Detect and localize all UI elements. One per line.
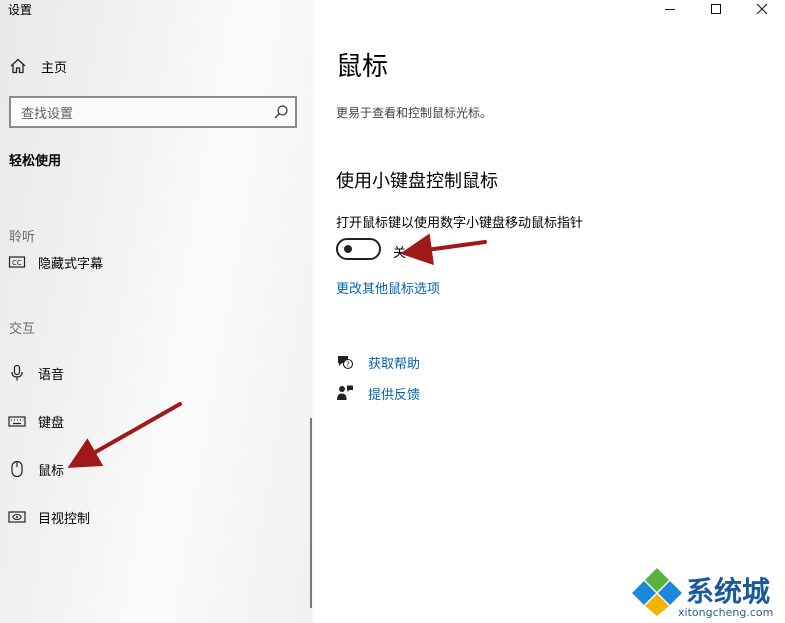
app-title: 设置 <box>8 3 33 17</box>
close-button[interactable] <box>739 0 785 18</box>
sidebar-item-eye-control[interactable]: 目视控制 <box>8 506 90 528</box>
sidebar: 设置 主页 查找设置 轻松使用 聆听 CC 隐藏式字幕 交互 语音 键盘 鼠标 … <box>0 0 313 623</box>
eye-control-icon <box>8 508 26 526</box>
sidebar-item-label: 鼠标 <box>38 463 65 479</box>
svg-text:CC: CC <box>12 259 22 267</box>
sidebar-item-mouse[interactable]: 鼠标 <box>8 458 64 480</box>
page-description: 更易于查看和控制鼠标光标。 <box>336 106 493 120</box>
search-input[interactable]: 查找设置 <box>9 96 297 128</box>
other-mouse-options-link[interactable]: 更改其他鼠标选项 <box>336 278 440 297</box>
minimize-icon <box>664 0 676 19</box>
window-controls <box>647 0 785 18</box>
sidebar-item-keyboard[interactable]: 键盘 <box>8 410 64 432</box>
sidebar-item-label: 键盘 <box>38 415 65 431</box>
setting-description: 打开鼠标键以使用数字小键盘移动鼠标指针 <box>336 216 584 231</box>
mouse-keys-toggle[interactable] <box>336 238 381 260</box>
toggle-knob <box>344 245 352 253</box>
closed-captions-icon: CC <box>8 253 26 271</box>
section-heading: 使用小键盘控制鼠标 <box>336 171 498 192</box>
give-feedback-link[interactable]: 提供反馈 <box>336 383 420 403</box>
svg-text:?: ? <box>346 361 350 369</box>
home-icon <box>9 57 27 75</box>
sidebar-item-home[interactable]: 主页 <box>9 55 67 77</box>
sidebar-item-label: 主页 <box>41 60 68 76</box>
sidebar-item-label: 隐藏式字幕 <box>38 256 104 272</box>
group-label-hearing: 聆听 <box>9 230 36 245</box>
help-label: 获取帮助 <box>368 356 421 372</box>
feedback-icon <box>336 384 354 402</box>
main-panel: 鼠标 更易于查看和控制鼠标光标。 使用小键盘控制鼠标 打开鼠标键以使用数字小键盘… <box>313 0 785 623</box>
sidebar-item-label: 目视控制 <box>38 511 91 527</box>
group-label-interaction: 交互 <box>9 322 36 337</box>
get-help-link[interactable]: ? 获取帮助 <box>336 352 420 372</box>
watermark-brand: 系统城 <box>686 575 771 608</box>
watermark-url: xitongcheng.com <box>678 606 774 619</box>
mouse-icon <box>8 460 26 478</box>
feedback-label: 提供反馈 <box>368 387 421 403</box>
minimize-button[interactable] <box>647 0 693 18</box>
sidebar-item-speech[interactable]: 语音 <box>8 362 64 384</box>
page-title: 鼠标 <box>336 52 389 82</box>
watermark: 系统城 xitongcheng.com <box>632 568 782 620</box>
close-icon <box>756 0 768 19</box>
toggle-state-label: 关 <box>393 246 407 261</box>
watermark-logo-icon <box>632 568 682 616</box>
sidebar-item-closed-captions[interactable]: CC 隐藏式字幕 <box>8 251 103 273</box>
search-placeholder: 查找设置 <box>21 107 74 122</box>
help-chat-icon: ? <box>336 353 354 371</box>
section-title: 轻松使用 <box>9 154 62 169</box>
maximize-icon <box>710 0 722 19</box>
keyboard-icon <box>8 412 26 430</box>
search-icon[interactable] <box>273 104 289 120</box>
microphone-icon <box>8 364 26 382</box>
sidebar-item-label: 语音 <box>38 367 65 383</box>
maximize-button[interactable] <box>693 0 739 18</box>
